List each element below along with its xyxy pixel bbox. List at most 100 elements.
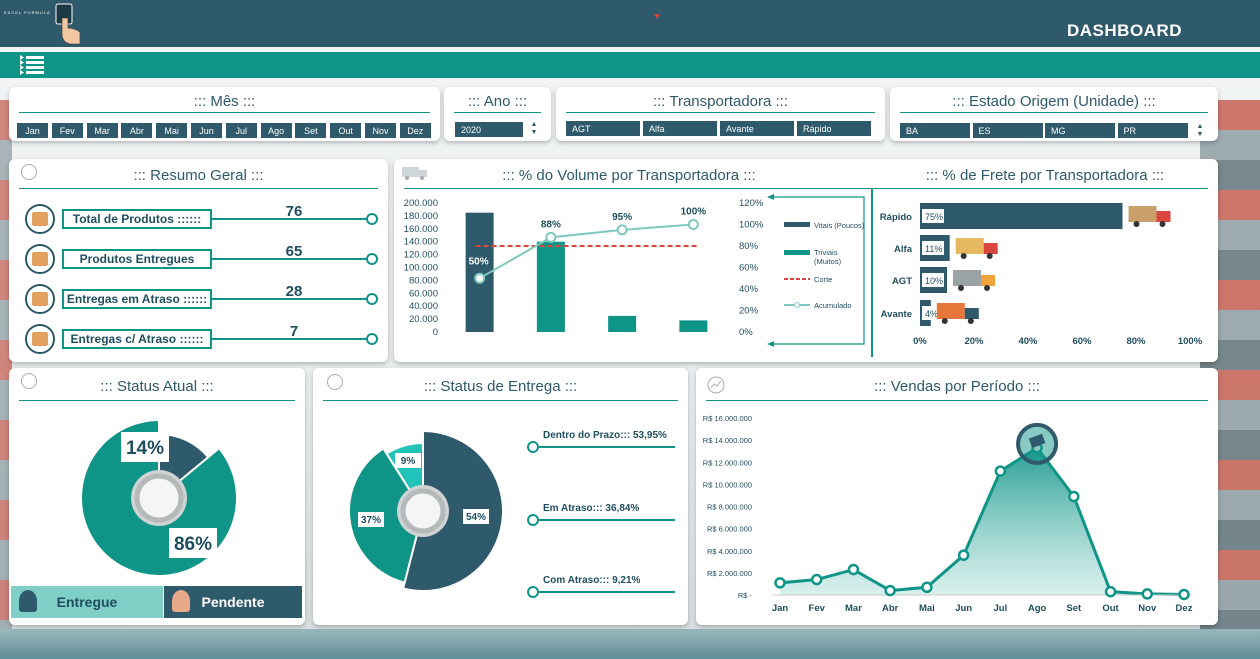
y-tick-label: 100.000 (404, 263, 438, 274)
delivery-legend-line-1 (539, 519, 675, 521)
month-button-jul[interactable]: Jul (225, 123, 257, 138)
donut-hub-inner (134, 473, 184, 523)
divider (19, 188, 378, 189)
legend-swatch-0 (784, 222, 810, 227)
freight-label-0: 75% (925, 212, 943, 222)
month-button-jan[interactable]: Jan (17, 123, 48, 138)
red-marker-icon (654, 14, 660, 19)
month-button-abr[interactable]: Abr (121, 123, 153, 138)
sales-y-tick: R$ 16.000.000 (703, 414, 752, 423)
sales-x-tick: Out (1102, 603, 1119, 614)
y2-tick-label: 80% (739, 241, 759, 252)
month-button-dez[interactable]: Dez (399, 123, 431, 138)
sales-chart-title: ::: Vendas por Período ::: (874, 378, 1040, 395)
sales-point-1 (810, 573, 823, 586)
truck-cab (964, 308, 979, 319)
carrier-filter-panel: ::: Transportadora ::: AGT Alfa Avante Rápi… (556, 87, 885, 141)
pending-label: Pendente (201, 594, 265, 610)
y2-tick-label: 20% (739, 306, 759, 317)
carrier-button-2[interactable]: Avante (720, 121, 794, 136)
legend-label-0: Vitais (Poucos) (814, 221, 865, 230)
legend-label-1: Triviais (814, 248, 838, 257)
sales-y-tick: R$ 8.000.000 (707, 503, 752, 512)
y2-tick-label: 0% (739, 327, 753, 338)
logo: EXCEL FORMULA (4, 2, 81, 46)
sales-point-2 (847, 563, 860, 576)
month-button-mai[interactable]: Mai (156, 123, 188, 138)
truck-wheel (958, 285, 964, 291)
y-tick-label: 140.000 (404, 237, 438, 248)
truck-icon-2 (953, 270, 995, 291)
month-button-mar[interactable]: Mar (86, 123, 118, 138)
y2-tick-label: 120% (739, 198, 764, 209)
acumulado-point-0 (474, 272, 486, 284)
truck-cargo (1128, 206, 1157, 222)
bar-triviais-3 (679, 320, 708, 332)
sales-point-0 (774, 577, 786, 589)
acumulado-point-2 (616, 224, 628, 236)
month-button-jun[interactable]: Jun (191, 123, 222, 138)
legend-swatch-1 (784, 250, 810, 255)
year-button[interactable]: 2020 (455, 122, 523, 137)
month-button-set[interactable]: Set (295, 123, 327, 138)
carrier-button-1[interactable]: Alfa (643, 121, 717, 136)
divider (19, 112, 430, 113)
year-filter-panel: ::: Ano ::: 2020 ▲ ▼ (444, 87, 551, 141)
month-button-nov[interactable]: Nov (365, 123, 396, 138)
pending-button[interactable]: Pendente (164, 586, 302, 618)
state-button-mg[interactable]: MG (1045, 123, 1115, 138)
month-button-fev[interactable]: Fev (51, 123, 83, 138)
arrow-bottom (767, 341, 774, 347)
summary-icon-0 (25, 204, 55, 234)
summary-value-2: 28 (285, 283, 303, 300)
legend-label-1-b: (Muitos) (814, 257, 842, 266)
sales-point-11 (1178, 588, 1190, 601)
sales-y-tick: R$ - (738, 591, 753, 600)
state-button-pr[interactable]: PR (1117, 123, 1188, 138)
summary-label-3: Entregas c/ Atraso :::::: (62, 329, 212, 349)
sales-x-tick: Jan (772, 603, 789, 614)
carrier-button-3[interactable]: Rápido (797, 121, 871, 136)
delivery-legend-dot-0 (527, 441, 539, 453)
truck-icon-1 (955, 238, 998, 259)
summary-title: ::: Resumo Geral ::: (133, 167, 264, 184)
state-button-ba[interactable]: BA (900, 123, 970, 138)
donut-hub-inner (400, 488, 446, 534)
truck-wheel (941, 318, 948, 324)
freight-bar-0 (920, 203, 1123, 229)
pending-person-icon (172, 590, 190, 612)
delivered-button[interactable]: Entregue (11, 586, 163, 618)
sales-y-tick: R$ 14.000.000 (703, 436, 752, 445)
truck-wheel (986, 253, 993, 259)
menu-icon[interactable] (20, 55, 44, 75)
sales-x-tick: Set (1066, 603, 1082, 614)
month-button-out[interactable]: Out (330, 123, 362, 138)
month-button-ago[interactable]: Ago (260, 123, 292, 138)
y-tick-label: 40.000 (409, 301, 438, 312)
state-button-es[interactable]: ES (972, 123, 1043, 138)
legend-bracket (772, 196, 865, 345)
summary-panel: ::: Resumo Geral ::: Total de Produtos :… (9, 159, 388, 362)
delivery-status-title: ::: Status de Entrega ::: (423, 378, 578, 395)
freight-category-2: AGT (892, 276, 912, 287)
carrier-button-0[interactable]: AGT (566, 121, 640, 136)
sales-panel: ::: Vendas por Período ::: R$ 16.000.000… (696, 368, 1218, 625)
state-filter-panel: ::: Estado Origem (Unidade) ::: BA ES MG PR… (890, 87, 1218, 141)
sales-y-tick: R$ 2.000.000 (707, 569, 752, 578)
divider (706, 400, 1208, 401)
logo-text: EXCEL FORMULA (4, 10, 51, 15)
state-scroll-arrows[interactable]: ▲ ▼ (1195, 123, 1205, 141)
delivery-legend-dot-2 (527, 586, 539, 598)
delivery-label-0: 54% (466, 512, 486, 523)
y-tick-label: 20.000 (409, 314, 438, 325)
summary-label-1: Produtos Entregues (62, 249, 212, 269)
freight-x-tick: 20% (964, 336, 984, 347)
divider (323, 400, 678, 401)
truck-wheel (984, 285, 990, 291)
y-tick-label: 60.000 (409, 288, 438, 299)
freight-chart: Rápido 75% Alfa 11% AGT 10% Avante 4% 0% 20% 40% 60… (871, 189, 1203, 357)
year-scroll-arrows[interactable]: ▲ ▼ (529, 121, 539, 139)
freight-category-3: Avante (881, 309, 912, 320)
sales-x-tick: Ago (1028, 603, 1047, 614)
freight-label-2: 10% (925, 276, 943, 286)
